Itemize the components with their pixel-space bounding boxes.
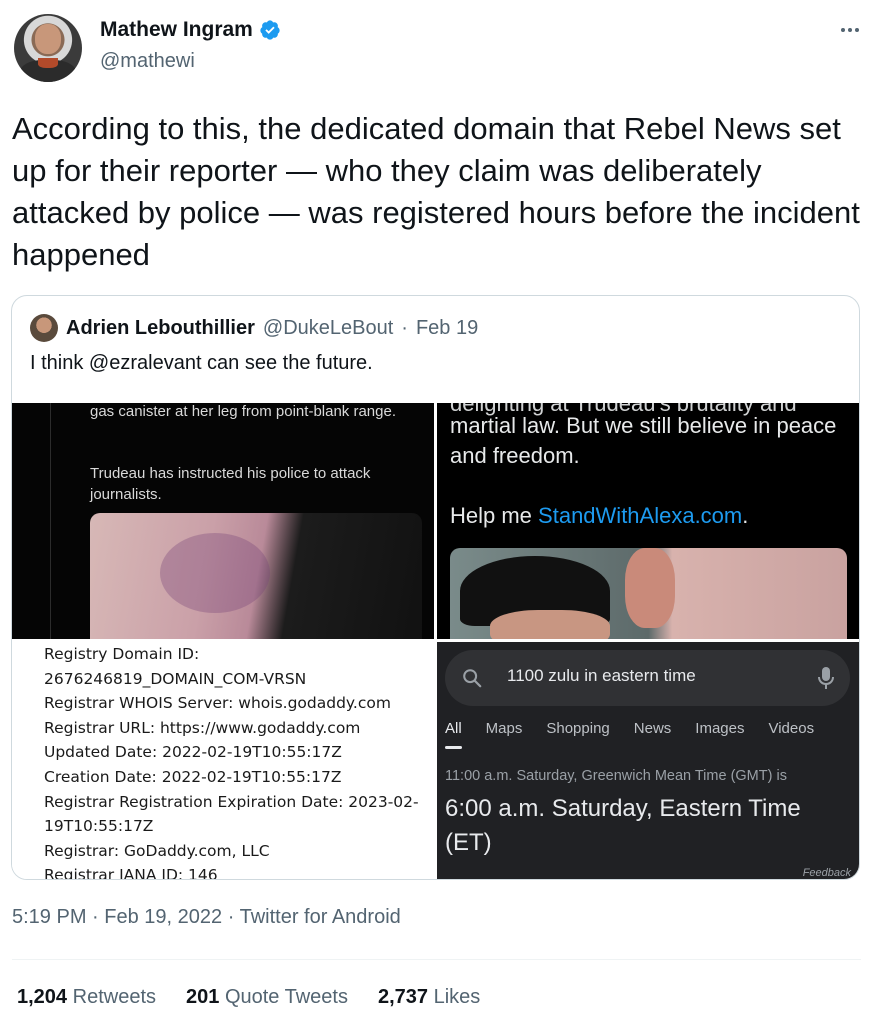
whois-line: Registrar: GoDaddy.com, LLC [44,841,270,860]
quoted-author-name[interactable]: Adrien Lebouthillier [66,317,255,340]
tweet-text: According to this, the dedicated domain … [12,111,860,272]
search-tab-videos: Videos [768,720,815,737]
tweet-source[interactable]: Twitter for Android [240,906,401,928]
search-tabs: All Maps Shopping News Images Videos [445,720,815,749]
whois-line: Registrar Registration Expiration Date: … [44,792,419,811]
media-image-1[interactable]: gas canister at her leg from point-blank… [12,403,434,639]
dot [855,28,859,32]
divider [12,959,861,960]
search-tab-shopping: Shopping [546,720,610,737]
standwithalexa-link[interactable]: StandWithAlexa.com [538,503,742,528]
likes-count: 2,737 [377,986,429,1008]
retweets-label: Retweets [72,986,156,1008]
dot [841,28,845,32]
image2-photo [450,548,847,639]
whois-line: Registry Domain ID: [44,645,200,663]
tweet-date[interactable]: Feb 19, 2022 [104,906,222,928]
image1-photo [90,513,422,639]
tweet-meta: 5:19 PM · Feb 19, 2022 · Twitter for And… [12,906,401,929]
media-image-3[interactable]: Registry Domain ID: 2676246819_DOMAIN_CO… [12,642,434,880]
author-display-name[interactable]: Mathew Ingram [100,18,253,42]
search-tab-all: All [445,720,462,749]
quoted-author-handle[interactable]: @DukeLeBout [263,317,393,340]
verified-badge-icon [260,20,280,40]
likes-label: Likes [433,986,481,1008]
avatar-collar [38,58,58,68]
whois-line: Registrar WHOIS Server: whois.godaddy.co… [44,694,391,713]
quoted-tweet-text: I think @ezralevant can see the future. [30,352,373,374]
whois-lines: Registry Domain ID: 2676246819_DOMAIN_CO… [44,642,429,880]
separator-dot: · [227,906,235,928]
search-tab-images: Images [695,720,745,737]
tweet-header: Mathew Ingram @mathewi [12,12,865,86]
bruise-shape [160,533,270,613]
search-tab-news: News [633,720,672,737]
more-options-icon[interactable] [835,20,865,40]
whois-line: 2676246819_DOMAIN_COM-VRSN [44,669,307,688]
hand-shape [625,548,675,628]
whois-line: Updated Date: 2022-02-19T10:55:17Z [44,743,342,762]
quoted-tweet-card[interactable]: Adrien Lebouthillier @DukeLeBout · Feb 1… [11,295,860,880]
quoted-tweet-header: Adrien Lebouthillier @DukeLeBout · Feb 1… [30,314,478,342]
help-prefix: Help me [450,503,539,528]
media-grid: gas canister at her leg from point-blank… [12,403,859,880]
image2-help-line: Help me StandWithAlexa.com. [450,501,748,531]
quoted-author-avatar[interactable] [30,314,58,342]
result-subtitle: 11:00 a.m. Saturday, Greenwich Mean Time… [445,768,787,784]
retweets-stat[interactable]: 1,204 Retweets [17,986,156,1009]
help-suffix: . [742,503,749,528]
engagement-stats: 1,204 Retweets 201 Quote Tweets 2,737 Li… [17,986,480,1009]
image1-text-b: Trudeau has instructed his police to att… [90,465,371,503]
author-avatar[interactable] [14,14,82,82]
microphone-icon [818,667,834,689]
whois-line: 19T10:55:17Z [44,817,154,836]
author-handle[interactable]: @mathewi [100,50,195,73]
whois-line: Creation Date: 2022-02-19T10:55:17Z [44,767,342,786]
quoted-tweet-date[interactable]: Feb 19 [416,317,478,340]
search-bar: 1100 zulu in eastern time [445,650,850,706]
image2-text-a: martial law. But we still believe in pea… [450,413,837,468]
result-answer: 6:00 a.m. Saturday, Eastern Time (ET) [445,795,801,856]
likes-stat[interactable]: 2,737 Likes [378,986,480,1009]
search-query: 1100 zulu in eastern time [507,666,696,685]
whois-line: Registrar URL: https://www.godaddy.com [44,718,361,737]
author-name-row: Mathew Ingram [100,18,281,42]
feedback-label: Feedback [802,867,851,879]
whois-line: Registrar IANA ID: 146 [44,866,218,880]
avatar-face [35,24,61,54]
image1-text-a: gas canister at her leg from point-blank… [90,403,396,420]
quote-tweets-stat[interactable]: 201 Quote Tweets [186,986,348,1009]
dot [848,28,852,32]
media-image-4[interactable]: 1100 zulu in eastern time All Maps Shopp… [437,642,859,879]
separator-dot: · [92,906,99,928]
quote-tweets-count: 201 [186,986,220,1008]
tweet-time[interactable]: 5:19 PM [12,906,86,928]
search-icon [463,669,482,688]
retweets-count: 1,204 [17,986,68,1008]
quote-tweets-label: Quote Tweets [224,986,348,1008]
face-shape [490,610,610,639]
thread-line [50,403,51,639]
search-tab-maps: Maps [485,720,523,737]
media-image-2[interactable]: delighting at Trudeau's brutality and ma… [437,403,859,639]
separator-dot: · [401,316,408,339]
